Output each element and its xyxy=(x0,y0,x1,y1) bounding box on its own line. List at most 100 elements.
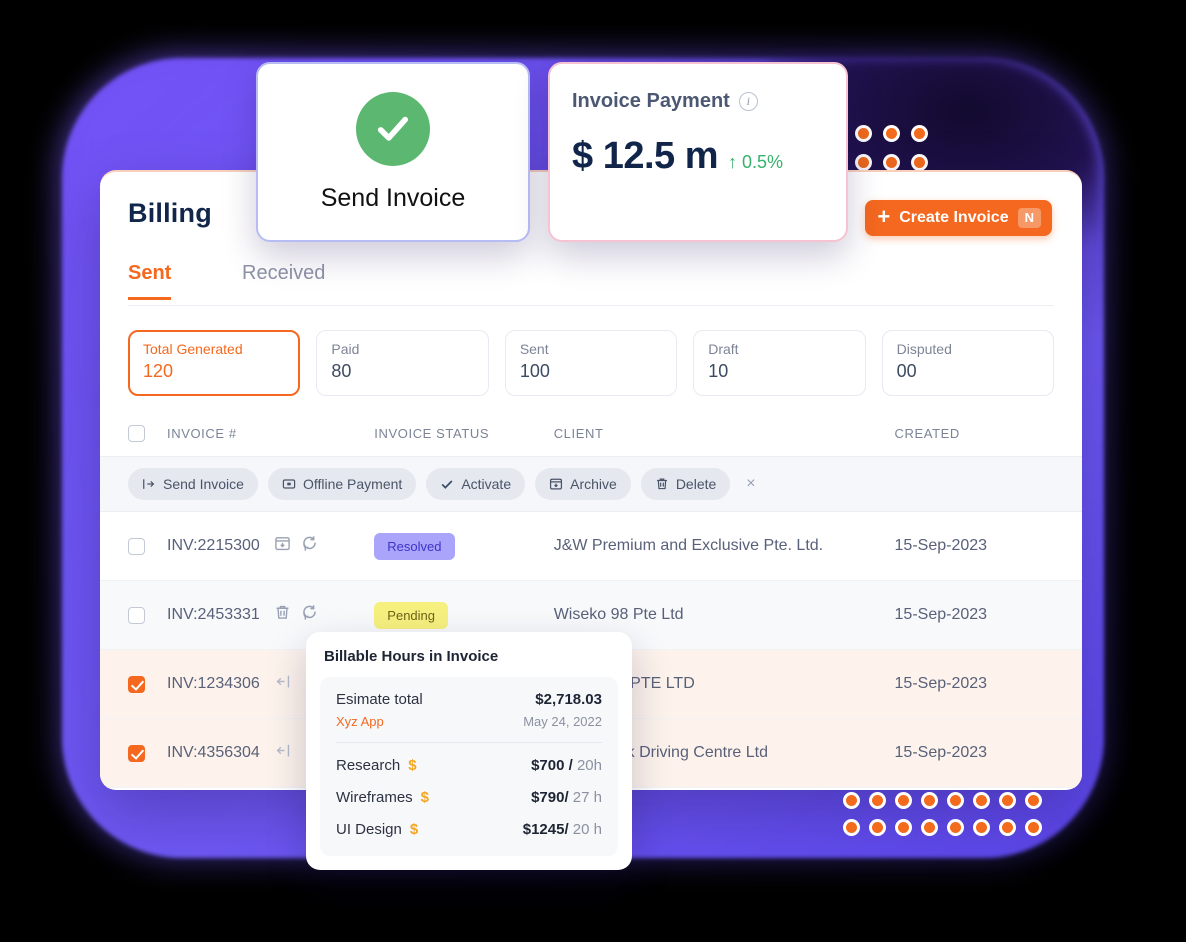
select-all-checkbox[interactable] xyxy=(128,424,145,442)
client-name: Wiseko 98 Pte Ltd xyxy=(553,606,684,623)
decorative-dot xyxy=(872,795,883,806)
estimate-total-value: $2,718.03 xyxy=(535,691,602,708)
line-item-name: Research xyxy=(336,757,401,774)
tab-bar: Sent Received xyxy=(128,262,1054,306)
decorative-dot xyxy=(1028,822,1039,833)
archive-icon[interactable] xyxy=(274,535,291,557)
created-date: 15-Sep-2023 xyxy=(894,537,988,554)
dollar-icon: $ xyxy=(420,789,430,806)
line-item-name: Wireframes xyxy=(336,789,413,806)
bulk-activate-label: Activate xyxy=(461,476,512,492)
bulk-delete-label: Delete xyxy=(675,476,717,492)
archive-icon xyxy=(549,477,563,491)
stat-card-sent[interactable]: Sent 100 xyxy=(504,330,678,396)
line-item-amount: $1245/ xyxy=(522,821,569,838)
check-circle-icon xyxy=(356,91,430,166)
billable-line-item: UI Design $ $1245/ 20 h xyxy=(336,821,602,838)
send-invoice-card[interactable]: Send Invoice xyxy=(256,62,530,242)
invoice-number: INV:2215300 xyxy=(167,537,260,554)
stat-label: Paid xyxy=(331,341,360,357)
bulk-activate-button[interactable]: Activate xyxy=(426,468,526,500)
column-header-invoice: INVOICE # xyxy=(167,425,237,441)
billable-line-item: Wireframes $ $790/ 27 h xyxy=(336,789,602,806)
stat-value: 80 xyxy=(331,361,352,381)
bulk-send-invoice-label: Send Invoice xyxy=(163,476,244,492)
project-name[interactable]: Xyz App xyxy=(336,714,384,729)
line-item-amount: $700 / xyxy=(531,757,573,774)
refresh-icon[interactable] xyxy=(301,604,318,626)
billable-hours-tooltip: Billable Hours in Invoice Esimate total … xyxy=(306,632,632,870)
invoice-payment-delta: ↑ 0.5% xyxy=(728,152,784,172)
table-header-row: INVOICE # INVOICE STATUS CLIENT CREATED xyxy=(100,410,1082,456)
client-name: J&W Premium and Exclusive Pte. Ltd. xyxy=(553,537,824,554)
stat-card-draft[interactable]: Draft 10 xyxy=(693,330,866,396)
decorative-dot xyxy=(846,795,857,806)
offline-payment-icon xyxy=(282,477,296,491)
decorative-dot xyxy=(976,822,987,833)
decorative-dot xyxy=(858,128,869,139)
created-date: 15-Sep-2023 xyxy=(894,744,988,761)
tab-received[interactable]: Received xyxy=(242,262,325,297)
status-badge: Resolved xyxy=(374,532,455,560)
stat-card-row: Total Generated 120 Paid 80 Sent 100 Dra… xyxy=(100,306,1082,396)
tab-sent[interactable]: Sent xyxy=(128,262,172,300)
row-checkbox[interactable] xyxy=(128,744,145,762)
send-icon[interactable] xyxy=(274,742,291,764)
line-item-hours: 27 h xyxy=(572,789,602,806)
bulk-archive-button[interactable]: Archive xyxy=(535,468,631,500)
decorative-dot xyxy=(1002,795,1013,806)
billable-tooltip-body: Esimate total $2,718.03 Xyz App May 24, … xyxy=(320,677,618,856)
bulk-offline-payment-label: Offline Payment xyxy=(302,476,403,492)
decorative-dot xyxy=(886,128,897,139)
created-date: 15-Sep-2023 xyxy=(894,675,988,692)
send-icon[interactable] xyxy=(274,673,291,695)
stat-value: 120 xyxy=(143,361,174,381)
row-checkbox[interactable] xyxy=(128,606,145,624)
created-date: 15-Sep-2023 xyxy=(894,606,988,623)
stat-card-total-generated[interactable]: Total Generated 120 xyxy=(128,330,301,396)
stat-label: Total Generated xyxy=(143,341,243,357)
decorative-dot xyxy=(898,822,909,833)
info-icon[interactable]: i xyxy=(738,92,758,111)
decorative-dot xyxy=(886,157,897,168)
decorative-dot xyxy=(846,822,857,833)
column-header-status: INVOICE STATUS xyxy=(374,425,490,441)
trash-icon[interactable] xyxy=(274,604,291,626)
close-toolbar-icon[interactable]: × xyxy=(740,475,761,493)
decorative-dot xyxy=(1028,795,1039,806)
estimate-date: May 24, 2022 xyxy=(523,714,602,729)
decorative-dot xyxy=(924,795,935,806)
stat-card-paid[interactable]: Paid 80 xyxy=(316,330,489,396)
billable-tooltip-title: Billable Hours in Invoice xyxy=(324,648,499,665)
create-invoice-button[interactable]: + Create Invoice N xyxy=(865,200,1052,236)
refresh-icon[interactable] xyxy=(301,535,318,557)
tooltip-divider xyxy=(336,742,602,743)
decorative-dot xyxy=(950,822,961,833)
bulk-delete-button[interactable]: Delete xyxy=(640,468,731,500)
line-item-hours: 20h xyxy=(576,757,602,774)
bulk-offline-payment-button[interactable]: Offline Payment xyxy=(267,468,417,500)
decorative-dot xyxy=(858,157,869,168)
dollar-icon: $ xyxy=(409,821,419,838)
column-header-created: CREATED xyxy=(894,425,960,441)
decorative-dot xyxy=(1002,822,1013,833)
bulk-archive-label: Archive xyxy=(570,476,617,492)
stat-label: Sent xyxy=(519,341,549,357)
row-checkbox[interactable] xyxy=(128,537,145,555)
table-row[interactable]: INV:2215300 Resolved J&W Premium and Exc… xyxy=(100,512,1082,581)
stat-value: 100 xyxy=(519,361,550,381)
line-item-amount: $790/ xyxy=(531,789,569,806)
screenshot-stage: Billing + Create Invoice N Sent Received… xyxy=(0,0,1186,942)
bulk-send-invoice-button[interactable]: Send Invoice xyxy=(128,468,258,500)
decorative-dot xyxy=(950,795,961,806)
invoice-payment-title: Invoice Payment xyxy=(572,90,730,112)
decorative-dot-grid-bottom-right xyxy=(846,795,1054,849)
stat-card-disputed[interactable]: Disputed 00 xyxy=(881,330,1055,396)
row-checkbox[interactable] xyxy=(128,675,145,693)
stat-value: 00 xyxy=(896,361,917,381)
page-title: Billing xyxy=(128,198,212,228)
invoice-number: INV:4356304 xyxy=(167,744,260,761)
status-badge: Pending xyxy=(374,601,449,629)
decorative-dot xyxy=(872,822,883,833)
bulk-action-toolbar: Send Invoice Offline Payment Activate Ar… xyxy=(100,456,1082,512)
